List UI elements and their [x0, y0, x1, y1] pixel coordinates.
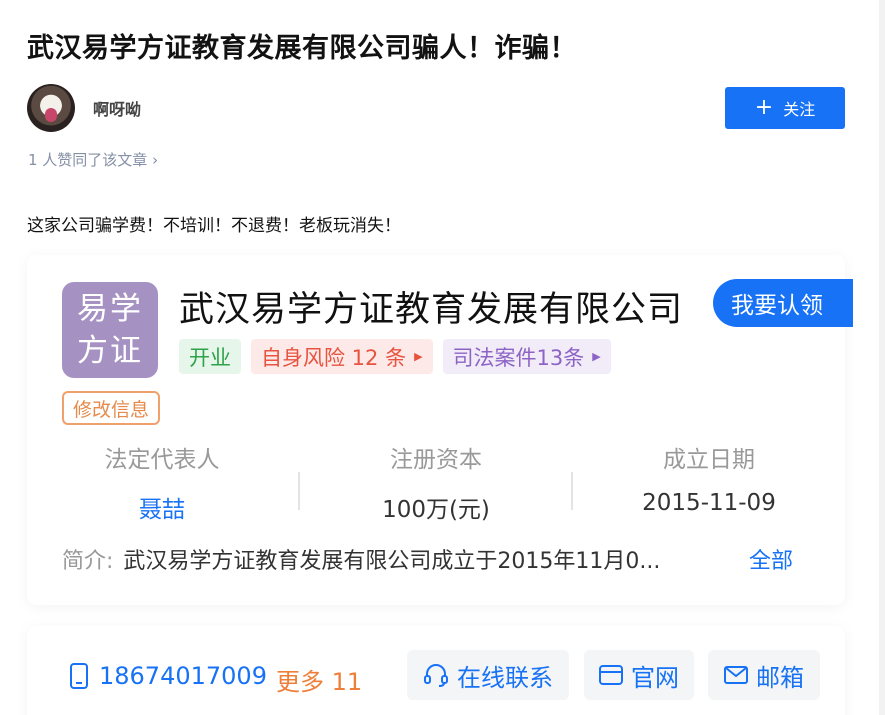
- article-content: 这家公司骗学费！不培训！不退费！老板玩消失！: [27, 216, 401, 236]
- risk-label: 自身风险 12 条: [261, 345, 407, 370]
- email-button[interactable]: 邮箱: [708, 650, 820, 700]
- plus-icon: +: [754, 95, 774, 120]
- logo-line-2: 方证: [77, 333, 143, 369]
- company-card: 易学 方证 武汉易学方证教育发展有限公司 我要认领 开业 自身风险 12 条 ▶ …: [27, 255, 853, 605]
- stat-label: 成立日期: [663, 447, 755, 473]
- company-name[interactable]: 武汉易学方证教育发展有限公司: [179, 281, 683, 332]
- company-intro: 简介: 武汉易学方证教育发展有限公司成立于2015年11月0...: [62, 543, 660, 575]
- phone-icon: [70, 663, 88, 689]
- triangle-right-icon: ▶: [414, 350, 423, 363]
- stat-value: 2015-11-09: [642, 490, 776, 516]
- intro-text: 武汉易学方证教育发展有限公司成立于2015年11月0...: [123, 549, 661, 574]
- stat-label: 注册资本: [390, 447, 482, 473]
- website-button[interactable]: 官网: [584, 650, 694, 700]
- legal-tag[interactable]: 司法案件13条 ▶: [442, 339, 611, 374]
- article-title: 武汉易学方证教育发展有限公司骗人！诈骗！: [27, 33, 577, 64]
- scrollbar[interactable]: [879, 0, 885, 715]
- follow-label: 关注: [783, 100, 816, 119]
- phone-number: 18674017009: [99, 662, 267, 690]
- divider: [298, 472, 300, 510]
- stat-value: 100万(元): [382, 497, 490, 523]
- contact-card: 18674017009 更多 11 在线联系 官网 邮箱: [27, 626, 845, 715]
- browser-icon: [599, 665, 623, 685]
- likes-link[interactable]: 1 人赞同了该文章 ›: [28, 149, 158, 170]
- stat-founded: 成立日期 2015-11-09: [574, 440, 844, 516]
- company-logo[interactable]: 易学 方证: [62, 282, 158, 378]
- stat-label: 法定代表人: [104, 447, 220, 473]
- author-name[interactable]: 啊呀呦: [93, 96, 141, 120]
- follow-button[interactable]: + 关注: [725, 87, 845, 129]
- edit-info-button[interactable]: 修改信息: [62, 391, 160, 425]
- legal-rep-link[interactable]: 聂喆: [27, 490, 297, 524]
- online-contact-label: 在线联系: [457, 663, 553, 692]
- status-badge: 开业: [179, 339, 241, 374]
- avatar[interactable]: [27, 84, 75, 132]
- intro-label: 简介:: [62, 549, 114, 574]
- claim-button[interactable]: 我要认领: [713, 279, 853, 327]
- legal-label: 司法案件13条: [452, 345, 585, 370]
- divider: [571, 472, 573, 510]
- company-stats: 法定代表人 聂喆 注册资本 100万(元) 成立日期 2015-11-09: [27, 440, 845, 523]
- stat-capital: 注册资本 100万(元): [301, 440, 571, 524]
- mail-icon: [724, 666, 748, 684]
- stat-legal-rep: 法定代表人 聂喆: [27, 440, 297, 524]
- company-tags: 开业 自身风险 12 条 ▶ 司法案件13条 ▶: [179, 339, 611, 374]
- more-phones-link[interactable]: 更多 11: [276, 662, 362, 697]
- headset-icon: [424, 664, 448, 687]
- online-contact-button[interactable]: 在线联系: [407, 650, 569, 700]
- intro-more-link[interactable]: 全部: [749, 543, 793, 575]
- author-block: 啊呀呦: [27, 84, 141, 132]
- phone-link[interactable]: 18674017009: [69, 662, 267, 690]
- logo-line-1: 易学: [77, 291, 143, 327]
- triangle-right-icon: ▶: [592, 350, 601, 363]
- email-label: 邮箱: [756, 663, 804, 692]
- status-label: 开业: [189, 345, 231, 370]
- website-label: 官网: [631, 663, 679, 692]
- risk-tag[interactable]: 自身风险 12 条 ▶: [251, 339, 433, 374]
